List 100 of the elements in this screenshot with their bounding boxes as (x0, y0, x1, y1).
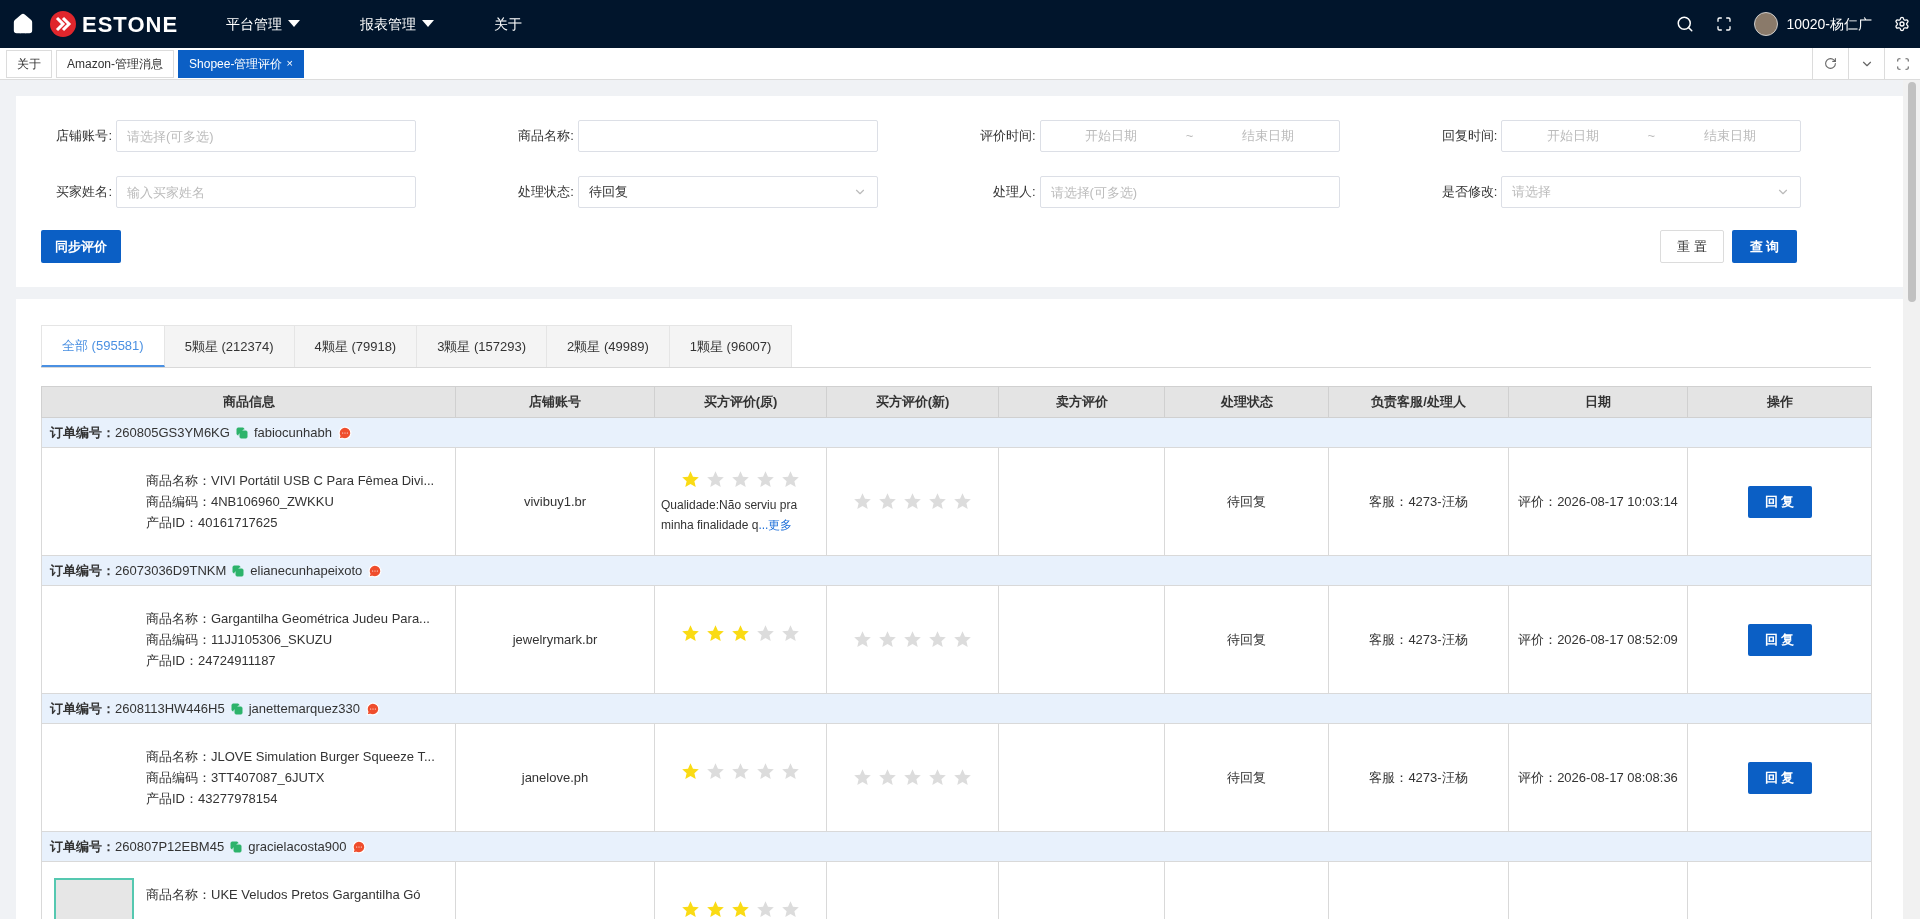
empty-star-icon (878, 630, 897, 649)
shop-account: jewelrymark.br (512, 631, 598, 647)
reply-button[interactable]: 回 复 (1747, 485, 1812, 518)
chat-icon[interactable] (368, 563, 383, 578)
frame-icon[interactable] (1895, 56, 1910, 71)
empty-star-icon (953, 492, 972, 511)
column-header: 买方评价(新) (826, 386, 999, 418)
empty-star-icon (781, 900, 800, 919)
buyer-name: janettemarquez330 (248, 699, 360, 718)
order-number: 订单编号：260805GS3YM6KG (50, 423, 230, 442)
chat-icon[interactable] (365, 701, 380, 716)
page-tab[interactable]: Shopee-管理评价 × (178, 49, 304, 78)
product-code: 商品编码：11JJ105306_SKUZU (146, 631, 334, 648)
filter-label: 回复时间: (1440, 127, 1499, 146)
filter-label: 是否修改: (1440, 183, 1499, 202)
product-id: 产品ID：24724911187 (146, 652, 277, 669)
product-name: 商品名称：JLOVE Simulation Burger Squeeze T... (146, 748, 435, 765)
empty-star-icon (878, 492, 897, 511)
text-field[interactable]: 请选择(可多选) (1039, 176, 1340, 208)
rating-tab[interactable]: 5颗星 (212374) (164, 325, 295, 367)
page-tab[interactable]: Amazon-管理消息 (56, 49, 175, 78)
column-header: 负责客服/处理人 (1328, 386, 1509, 418)
filled-star-icon (681, 762, 700, 781)
home-icon[interactable] (12, 13, 34, 35)
more-link[interactable]: ...更多 (758, 518, 793, 532)
search-icon[interactable] (1676, 15, 1695, 33)
agent-name: 客服：4273-汪杨 (1369, 631, 1468, 647)
filled-star-icon (681, 900, 700, 919)
column-header: 日期 (1508, 386, 1688, 418)
agent-name: 客服：4273-汪杨 (1369, 769, 1468, 785)
rating-tab[interactable]: 2颗星 (49989) (547, 325, 670, 367)
empty-star-icon (781, 624, 800, 643)
status-text: 待回复 (1227, 769, 1266, 785)
product-name: 商品名称：VIVI Portátil USB C Para Fêmea Divi... (146, 472, 435, 489)
close-icon[interactable]: × (286, 55, 293, 72)
filter-label: 商品名称: (517, 127, 575, 146)
nav-menu[interactable]: 报表管理 (360, 13, 435, 35)
empty-star-icon (878, 768, 897, 787)
buyer-name: gracielacosta900 (248, 837, 347, 856)
empty-star-icon (903, 630, 922, 649)
filter-label: 处理人: (991, 183, 1037, 202)
review-date: 评价：2026-08-17 10:03:14 (1518, 493, 1678, 509)
copy-icon[interactable] (232, 564, 245, 577)
copy-icon[interactable] (230, 840, 243, 853)
nav-menu[interactable]: 关于 (494, 13, 523, 35)
sync-reviews-button[interactable]: 同步评价 (41, 230, 121, 263)
rating-tab[interactable]: 4颗星 (79918) (294, 325, 418, 367)
reply-button[interactable]: 回 复 (1747, 761, 1812, 794)
empty-star-icon (953, 630, 972, 649)
empty-star-icon (853, 630, 872, 649)
rating-tab[interactable]: 1颗星 (96007) (669, 325, 793, 367)
product-code: 商品编码：3TT407087_6JUTX (146, 769, 326, 786)
scrollbar[interactable] (1903, 80, 1920, 919)
product-id: 产品ID：40161717625 (146, 514, 279, 531)
empty-star-icon (706, 762, 725, 781)
fullscreen-icon[interactable] (1716, 16, 1733, 32)
refresh-icon[interactable] (1824, 57, 1837, 70)
filled-star-icon (681, 624, 700, 643)
text-field[interactable]: 输入买家姓名 (116, 176, 416, 208)
column-header: 买方评价(原) (654, 386, 827, 418)
product-code: 商品编码：4NB106960_ZWKKU (146, 493, 335, 510)
filter-label: 买家姓名: (55, 183, 113, 202)
text-field[interactable] (577, 120, 878, 152)
user-name[interactable]: 10020-杨仁广 (1786, 13, 1872, 35)
brand-name: ESTONE (82, 10, 179, 39)
status-text: 待回复 (1227, 631, 1266, 647)
empty-star-icon (903, 768, 922, 787)
copy-icon[interactable] (230, 702, 243, 715)
product-id: 产品ID：43277978154 (146, 790, 279, 807)
filter-label: 处理状态: (517, 183, 575, 202)
chat-icon[interactable] (352, 839, 367, 854)
empty-star-icon (756, 762, 775, 781)
text-field[interactable]: 请选择(可多选) (116, 120, 416, 152)
reset-button[interactable]: 重 置 (1660, 230, 1724, 263)
empty-star-icon (853, 492, 872, 511)
settings-icon[interactable] (1894, 16, 1910, 32)
rating-tab[interactable]: 3颗星 (157293) (417, 325, 548, 367)
review-text: Qualidade:Não serviu pra minha finalidade q...更多 (661, 497, 799, 534)
reply-button[interactable]: 回 复 (1747, 623, 1812, 656)
empty-star-icon (756, 470, 775, 489)
page-tab[interactable]: 关于 (6, 49, 52, 78)
product-name: 商品名称：UKE Veludos Pretos Gargantilha Gó (146, 886, 421, 903)
column-header: 卖方评价 (998, 386, 1165, 418)
search-button[interactable]: 查 询 (1732, 230, 1797, 263)
review-date: 评价：2026-08-17 08:52:09 (1518, 631, 1678, 647)
empty-star-icon (928, 492, 947, 511)
nav-menu[interactable]: 平台管理 (226, 13, 301, 35)
avatar[interactable] (1754, 12, 1779, 36)
copy-icon[interactable] (235, 426, 248, 439)
chat-icon[interactable] (338, 425, 352, 440)
column-header: 商品信息 (41, 386, 456, 418)
empty-star-icon (731, 762, 750, 781)
select-field[interactable]: 待回复 (577, 176, 878, 208)
empty-star-icon (756, 900, 775, 919)
order-number: 订单编号：26073036D9TNKM (50, 561, 227, 580)
empty-star-icon (928, 768, 947, 787)
empty-star-icon (756, 624, 775, 643)
buyer-name: fabiocunhabh (253, 423, 332, 442)
empty-star-icon (731, 470, 750, 489)
column-header: 处理状态 (1164, 386, 1329, 418)
